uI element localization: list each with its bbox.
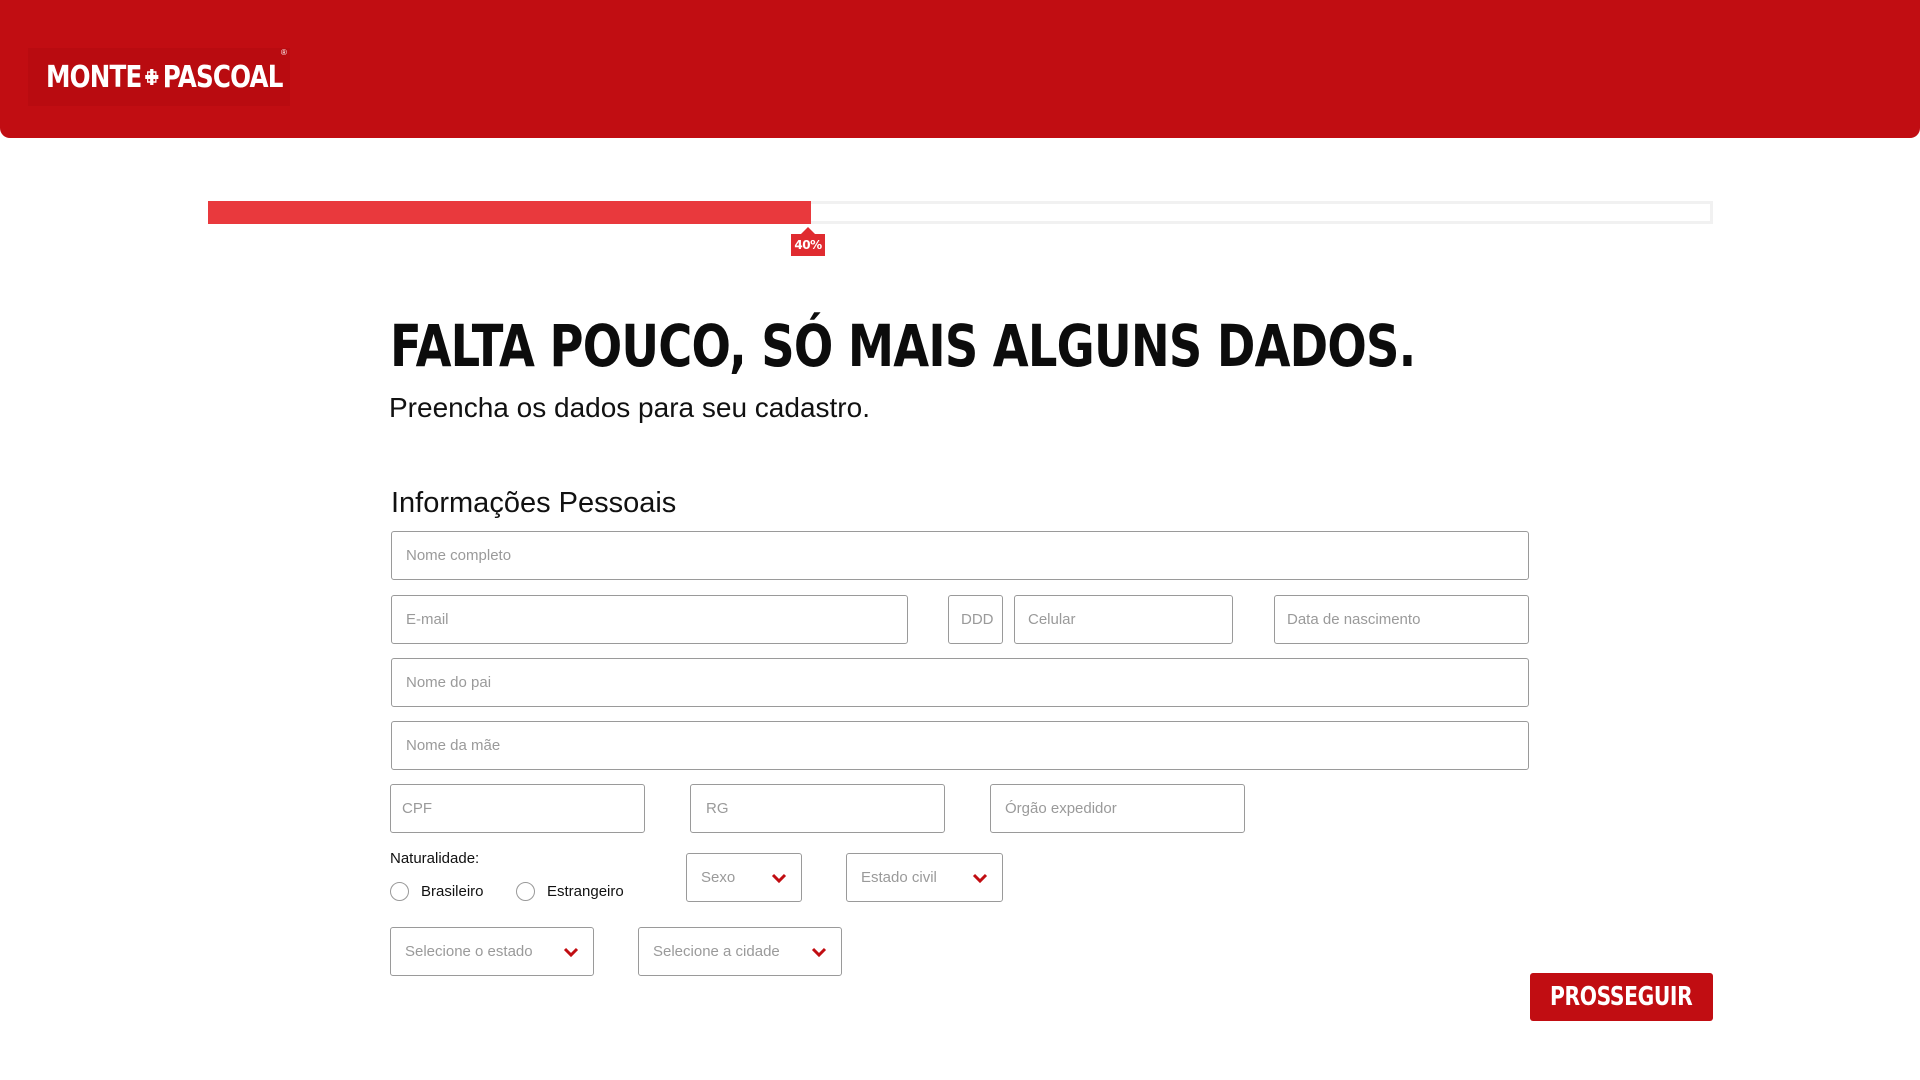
chevron-down-icon xyxy=(771,873,787,883)
logo-text-right: PASCOAL xyxy=(162,59,284,95)
radio-label-brasileiro: Brasileiro xyxy=(421,883,484,900)
progress-bar xyxy=(208,201,1713,224)
submit-button[interactable]: PROSSEGUIR xyxy=(1530,973,1713,1021)
birth-date-field[interactable] xyxy=(1274,595,1529,644)
logo-text-left: MONTE xyxy=(46,59,142,95)
radio-estrangeiro[interactable]: Estrangeiro xyxy=(516,882,624,901)
phone-input[interactable] xyxy=(1015,596,1232,643)
father-name-field[interactable] xyxy=(391,658,1529,707)
radio-label-estrangeiro: Estrangeiro xyxy=(547,883,624,900)
page-title: FALTA POUCO, SÓ MAIS ALGUNS DADOS. xyxy=(390,312,1416,380)
marital-status-select-label: Estado civil xyxy=(861,869,937,886)
marital-status-select[interactable]: Estado civil xyxy=(846,853,1003,902)
sex-select-label: Sexo xyxy=(701,869,736,886)
state-select-label: Selecione o estado xyxy=(405,943,533,960)
registered-mark: ® xyxy=(281,48,287,57)
logo-wordmark: MONTE PASCOAL xyxy=(46,60,283,95)
radio-brasileiro[interactable]: Brasileiro xyxy=(390,882,484,901)
mother-name-field[interactable] xyxy=(391,721,1529,770)
radio-circle-icon[interactable] xyxy=(390,882,409,901)
full-name-input[interactable] xyxy=(392,532,1528,579)
email-input[interactable] xyxy=(392,596,907,643)
city-select[interactable]: Selecione a cidade xyxy=(638,927,842,976)
progress-fill xyxy=(208,201,811,224)
sex-select[interactable]: Sexo xyxy=(686,853,802,902)
brand-logo[interactable]: MONTE PASCOAL xyxy=(28,48,290,106)
chevron-down-icon xyxy=(811,947,827,957)
full-name-field[interactable] xyxy=(391,531,1529,580)
progress-percent-badge: 40% xyxy=(791,227,825,256)
submit-button-label: PROSSEGUIR xyxy=(1550,982,1693,1012)
state-select[interactable]: Selecione o estado xyxy=(390,927,594,976)
chevron-down-icon xyxy=(972,873,988,883)
email-field[interactable] xyxy=(391,595,908,644)
father-name-input[interactable] xyxy=(392,659,1528,706)
radio-circle-icon[interactable] xyxy=(516,882,535,901)
issuer-field[interactable] xyxy=(990,784,1245,833)
city-select-label: Selecione a cidade xyxy=(653,943,780,960)
rg-field[interactable] xyxy=(690,784,945,833)
page-subtitle: Preencha os dados para seu cadastro. xyxy=(389,392,870,423)
issuer-input[interactable] xyxy=(991,785,1244,832)
chevron-down-icon xyxy=(563,947,579,957)
section-title: Informações Pessoais xyxy=(391,487,677,519)
cpf-input[interactable] xyxy=(391,785,644,832)
phone-field[interactable] xyxy=(1014,595,1233,644)
cpf-field[interactable] xyxy=(390,784,645,833)
naturality-label: Naturalidade: xyxy=(390,850,480,867)
mother-name-input[interactable] xyxy=(392,722,1528,769)
birth-date-input[interactable] xyxy=(1275,596,1528,643)
cross-logo-icon xyxy=(145,69,159,85)
header-bar: MONTE PASCOAL ® xyxy=(0,0,1920,138)
ddd-input[interactable] xyxy=(949,596,1002,643)
ddd-field[interactable] xyxy=(948,595,1003,644)
rg-input[interactable] xyxy=(691,785,944,832)
